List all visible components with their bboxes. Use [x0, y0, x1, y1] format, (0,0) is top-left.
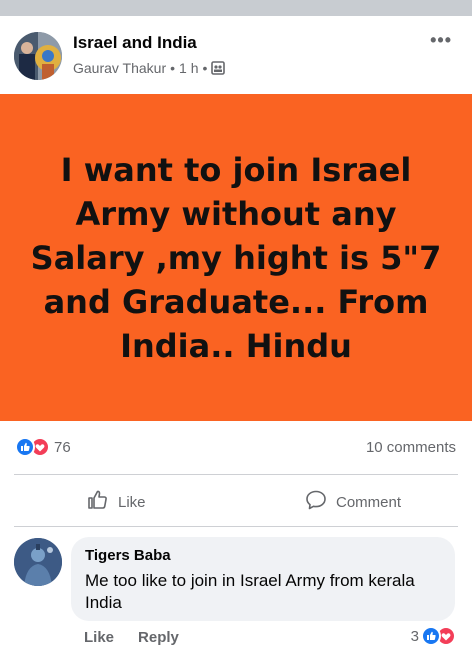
- comment-reactions[interactable]: 3: [411, 626, 456, 646]
- comment-reply-button[interactable]: Reply: [138, 629, 179, 646]
- group-name[interactable]: Israel and India: [73, 33, 197, 53]
- post-actions: Like Comment: [0, 476, 472, 526]
- comment-text: Me too like to join in Israel Army from …: [85, 571, 415, 612]
- post-header: Israel and India Gaurav Thakur • 1 h • •…: [0, 18, 472, 94]
- like-button[interactable]: Like: [86, 488, 146, 516]
- top-bar: [0, 0, 472, 16]
- like-reaction-icon: [15, 437, 35, 457]
- post-stats: 76 10 comments: [0, 421, 472, 475]
- comment-reaction-count: 3: [410, 627, 419, 645]
- audience-icon: [211, 61, 226, 75]
- divider: [14, 474, 458, 475]
- divider: [14, 526, 458, 527]
- commenter-avatar[interactable]: [14, 538, 62, 586]
- meta-separator-2: •: [202, 60, 208, 76]
- commenter-name[interactable]: Tigers Baba: [85, 547, 441, 564]
- thumbs-up-icon: [86, 488, 110, 516]
- comment-icon: [304, 488, 328, 516]
- post-text: I want to join Israel Army without any S…: [30, 150, 442, 365]
- group-avatar[interactable]: [14, 32, 62, 80]
- post-meta: Gaurav Thakur • 1 h •: [73, 60, 226, 76]
- comment-button[interactable]: Comment: [304, 488, 401, 516]
- comment-bubble: Tigers Baba Me too like to join in Israe…: [71, 537, 455, 621]
- reaction-count: 76: [54, 438, 71, 456]
- comments-count[interactable]: 10 comments: [366, 439, 456, 456]
- reactions-summary[interactable]: 76: [15, 437, 71, 457]
- comment-actions: Like Reply: [84, 629, 179, 646]
- like-label: Like: [118, 493, 146, 511]
- like-reaction-icon: [421, 626, 441, 646]
- post-background: I want to join Israel Army without any S…: [0, 94, 472, 421]
- comment-like-button[interactable]: Like: [84, 629, 114, 646]
- post-time[interactable]: 1 h: [179, 60, 198, 76]
- more-options-icon[interactable]: •••: [430, 30, 452, 51]
- comment-label: Comment: [336, 493, 402, 511]
- meta-separator: •: [170, 60, 176, 76]
- author-name[interactable]: Gaurav Thakur: [73, 60, 166, 76]
